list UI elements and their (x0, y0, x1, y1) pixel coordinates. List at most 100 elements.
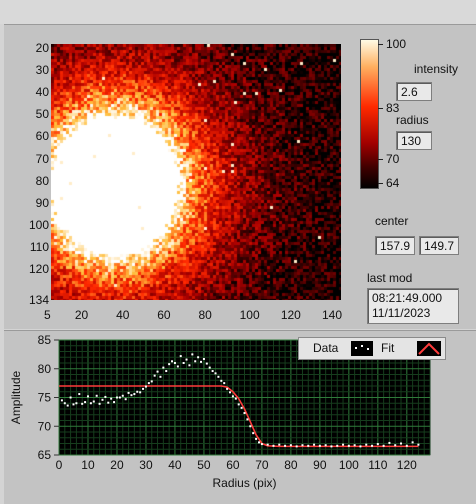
data-point (168, 363, 171, 366)
data-point (200, 360, 203, 363)
chart-x-tick-label: 90 (313, 458, 327, 472)
image-x-tick: 100 (239, 308, 260, 322)
data-point (72, 403, 75, 406)
data-point (139, 391, 142, 394)
data-point (133, 393, 136, 396)
image-x-tick: 5 (44, 308, 51, 322)
data-point (185, 358, 188, 361)
color-scale-bar[interactable] (360, 39, 379, 189)
data-point (324, 444, 327, 447)
data-point (266, 443, 269, 446)
data-point (214, 372, 217, 375)
data-point (260, 443, 263, 446)
image-x-tick: 20 (74, 308, 89, 322)
data-point (182, 362, 185, 364)
intensity-label: intensity (414, 62, 459, 76)
data-point (318, 444, 321, 447)
data-point (162, 366, 165, 369)
data-point (211, 370, 214, 373)
data-point (144, 385, 147, 388)
image-y-tick: 100 (28, 217, 49, 232)
data-point (159, 375, 162, 378)
data-point (246, 418, 249, 421)
data-point (165, 370, 168, 373)
data-point (81, 402, 84, 405)
legend-fit-label: Fit (381, 341, 395, 355)
chart-y-tick-label: 70 (38, 419, 52, 433)
data-point (188, 364, 191, 367)
data-point (307, 444, 310, 447)
image-y-tick: 50 (35, 107, 49, 122)
center-label: center (375, 214, 409, 228)
image-x-tick: 140 (322, 308, 343, 322)
color-scale-tick-mark (378, 159, 383, 160)
data-point (121, 394, 124, 397)
data-point (223, 382, 226, 385)
center-x-value[interactable]: 157.9 (375, 236, 415, 255)
data-point (240, 406, 243, 409)
center-y-value[interactable]: 149.7 (419, 236, 459, 255)
data-point (205, 362, 208, 365)
data-point (202, 357, 205, 360)
image-x-tick: 80 (198, 308, 212, 322)
image-y-tick: 20 (35, 41, 49, 55)
intensity-image[interactable] (51, 44, 341, 300)
image-x-tick: 40 (116, 308, 130, 322)
data-point (197, 356, 200, 359)
data-point (147, 382, 150, 385)
image-y-tick: 120 (28, 262, 49, 277)
data-point (104, 395, 107, 398)
color-scale-tick-mark (378, 108, 383, 109)
data-point (400, 442, 403, 445)
data-point (249, 425, 252, 428)
color-scale-tick: 64 (386, 176, 400, 190)
chart-x-tick-label: 70 (255, 458, 269, 472)
chart-x-axis-label: Radius (pix) (212, 476, 276, 490)
last-mod-timestamp: 08:21:49.000 11/11/2023 (367, 288, 459, 324)
data-point (95, 394, 98, 397)
data-point (278, 443, 281, 446)
last-mod-time: 08:21:49.000 (372, 291, 443, 305)
data-point (78, 393, 81, 396)
radius-label: radius (396, 113, 429, 127)
data-point (388, 441, 391, 444)
data-point (179, 355, 182, 358)
data-point (75, 402, 78, 405)
data-point (353, 444, 356, 447)
data-point (330, 445, 333, 448)
intensity-value[interactable]: 2.6 (396, 82, 432, 101)
color-scale-tick: 70 (386, 152, 400, 166)
data-point (342, 443, 345, 446)
data-point (252, 432, 255, 435)
chart-x-tick-label: 0 (56, 458, 63, 472)
color-scale-tick-mark (378, 183, 383, 184)
data-point (217, 375, 220, 378)
chart-x-tick-label: 50 (197, 458, 211, 472)
legend-fit-swatch (417, 341, 441, 356)
data-point (301, 444, 304, 447)
data-point (173, 362, 176, 364)
last-mod-label: last mod (367, 271, 413, 285)
image-y-tick: 80 (35, 173, 49, 188)
data-point (107, 401, 110, 404)
data-point (411, 441, 414, 444)
chart-x-tick-label: 10 (81, 458, 95, 472)
data-point (417, 443, 420, 446)
radius-value[interactable]: 130 (396, 131, 432, 150)
data-point (376, 443, 379, 446)
data-point (220, 379, 223, 382)
data-point (272, 444, 275, 447)
chart-x-tick-label: 120 (397, 458, 417, 472)
data-point (289, 444, 292, 447)
data-point (98, 402, 101, 405)
data-point (234, 397, 237, 400)
chart-x-tick-label: 80 (284, 458, 298, 472)
data-point (194, 360, 197, 363)
data-point (243, 412, 246, 415)
data-point (60, 399, 63, 402)
data-point (130, 394, 133, 397)
chart-x-tick-label: 60 (226, 458, 240, 472)
chart-y-tick-label: 65 (38, 448, 52, 462)
data-point (405, 444, 408, 447)
data-point (115, 396, 118, 399)
